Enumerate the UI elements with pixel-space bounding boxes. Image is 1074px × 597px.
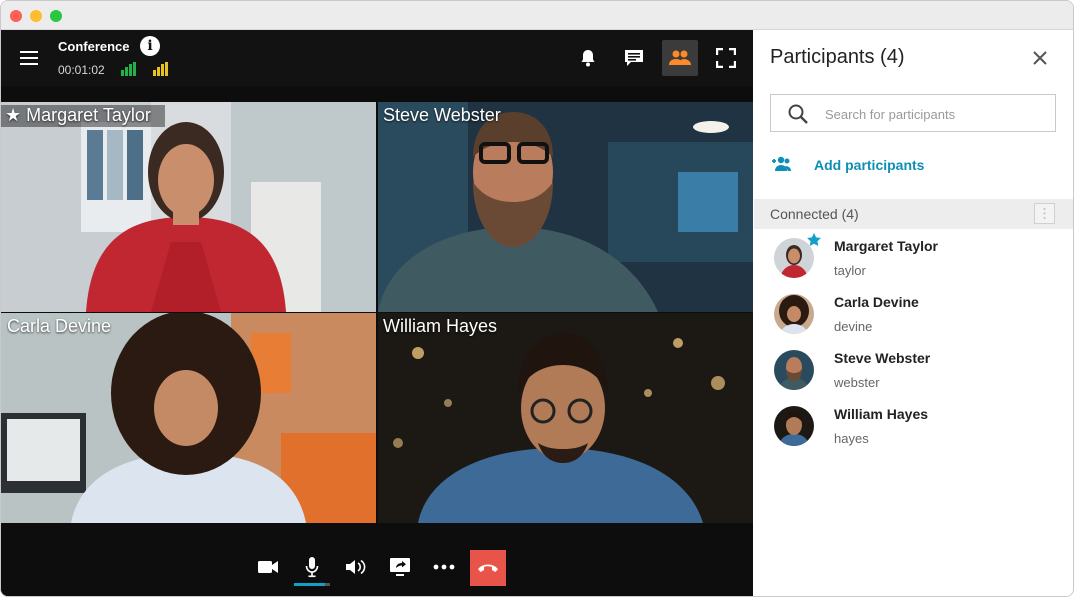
avatar — [774, 350, 814, 390]
more-icon[interactable] — [430, 553, 458, 581]
screen-share-icon[interactable] — [386, 553, 414, 581]
video-tile-margaret-taylor[interactable]: ★ Margaret Taylor — [1, 102, 376, 312]
participants-icon[interactable] — [662, 40, 698, 76]
tile-name-william-hayes: William Hayes — [383, 316, 498, 336]
video-tile-carla-devine[interactable]: Carla Devine — [1, 313, 376, 523]
conference-title: Conference — [58, 39, 130, 54]
participants-panel: Participants (4) Add participants Connec… — [754, 30, 1073, 596]
video-tile-steve-webster[interactable]: Steve Webster — [378, 102, 753, 312]
video-tile-william-hayes[interactable]: William Hayes — [378, 313, 753, 523]
participant-username: devine — [834, 319, 873, 334]
fullscreen-icon[interactable] — [708, 40, 744, 76]
participant-row-carla-devine[interactable]: Carla Devine devine — [754, 294, 1073, 350]
participant-row-steve-webster[interactable]: Steve Webster webster — [754, 350, 1073, 406]
add-user-icon — [772, 156, 791, 171]
video-grid: ★ Margaret Taylor Steve Webster Carla De… — [1, 102, 753, 524]
chat-icon[interactable] — [616, 40, 652, 76]
window-close-button[interactable] — [10, 10, 22, 22]
star-icon — [807, 233, 821, 246]
info-icon[interactable]: i — [140, 36, 160, 56]
section-more-button[interactable] — [1034, 203, 1055, 224]
participant-username: hayes — [834, 431, 869, 446]
close-icon[interactable] — [1030, 48, 1050, 68]
microphone-icon[interactable] — [298, 553, 326, 581]
bell-icon[interactable] — [570, 40, 606, 76]
tile-name-steve-webster: Steve Webster — [383, 105, 501, 125]
kebab-icon — [1043, 208, 1046, 219]
participant-name: William Hayes — [834, 406, 929, 422]
participant-name: Margaret Taylor — [834, 238, 938, 254]
conference-view: Conference i 00:01:02 ★ Margaret Taylor … — [1, 30, 753, 596]
participant-name: Steve Webster — [834, 350, 931, 366]
avatar — [774, 406, 814, 446]
window-zoom-button[interactable] — [50, 10, 62, 22]
search-box — [770, 94, 1056, 132]
network-signal-icon — [121, 62, 137, 76]
participant-name: Carla Devine — [834, 294, 919, 310]
mic-level-meter — [294, 583, 330, 586]
participant-username: taylor — [834, 263, 866, 278]
connected-section-header: Connected (4) — [754, 199, 1073, 229]
panel-title: Participants (4) — [770, 46, 905, 68]
title-bar — [1, 1, 1073, 30]
hang-up-button[interactable] — [470, 550, 506, 586]
participant-row-margaret-taylor[interactable]: Margaret Taylor taylor — [754, 233, 1073, 294]
call-controls-bar — [1, 541, 753, 596]
conference-top-bar: Conference i 00:01:02 — [1, 30, 753, 86]
tile-name-margaret-taylor: ★ Margaret Taylor — [1, 105, 165, 127]
star-icon: ★ — [5, 105, 27, 125]
speaker-icon[interactable] — [342, 553, 370, 581]
avatar — [774, 294, 814, 334]
window-minimize-button[interactable] — [30, 10, 42, 22]
search-icon — [788, 104, 808, 124]
add-participants-label: Add participants — [814, 157, 925, 173]
tile-name-carla-devine: Carla Devine — [7, 316, 112, 336]
connected-section-label: Connected (4) — [770, 206, 859, 222]
hang-up-icon — [478, 564, 498, 572]
participant-row-william-hayes[interactable]: William Hayes hayes — [754, 406, 1073, 462]
camera-icon[interactable] — [254, 553, 282, 581]
app-window: Conference i 00:01:02 ★ Margaret Taylor … — [0, 0, 1074, 597]
search-input[interactable] — [823, 103, 1047, 125]
call-timer: 00:01:02 — [58, 63, 105, 77]
add-participants-button[interactable]: Add participants — [770, 156, 924, 176]
menu-button[interactable] — [18, 48, 40, 68]
participant-username: webster — [834, 375, 880, 390]
audio-signal-icon — [153, 62, 169, 76]
